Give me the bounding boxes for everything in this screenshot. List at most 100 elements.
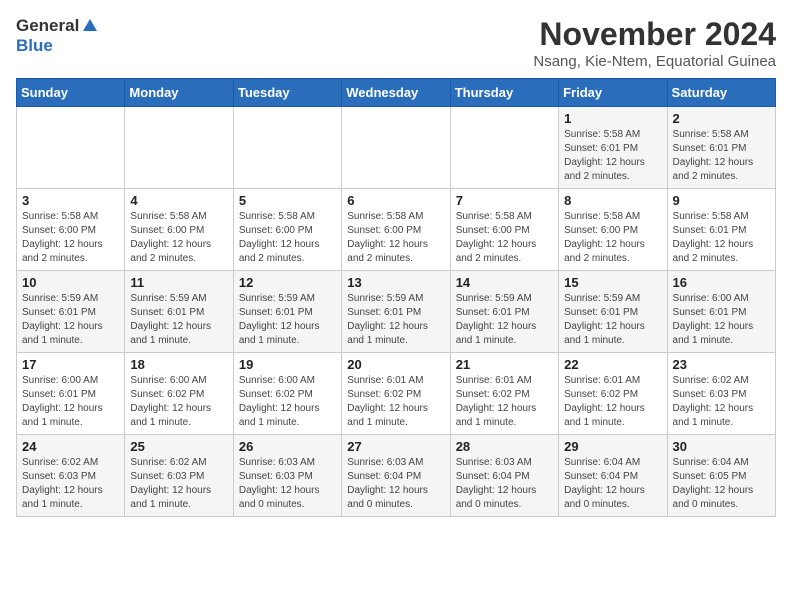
header: General Blue November 2024 Nsang, Kie-Nt… xyxy=(16,16,776,70)
day-number: 20 xyxy=(347,357,444,372)
location-subtitle: Nsang, Kie-Ntem, Equatorial Guinea xyxy=(533,53,776,70)
day-number: 12 xyxy=(239,275,336,290)
logo-general: General xyxy=(16,16,79,36)
week-row-5: 24 Sunrise: 6:02 AMSunset: 6:03 PMDayligh… xyxy=(17,435,776,517)
day-cell: 18 Sunrise: 6:00 AMSunset: 6:02 PMDayligh… xyxy=(125,353,233,435)
day-cell: 15Sunrise: 5:59 AMSunset: 6:01 PMDayligh… xyxy=(559,271,667,353)
day-cell xyxy=(17,107,125,189)
day-number: 3 xyxy=(22,193,119,208)
day-cell: 29 Sunrise: 6:04 AMSunset: 6:04 PMDayligh… xyxy=(559,435,667,517)
day-cell: 30Sunrise: 6:04 AMSunset: 6:05 PMDayligh… xyxy=(667,435,775,517)
day-info: Sunrise: 5:59 AMSunset: 6:01 PMDaylight:… xyxy=(239,292,336,348)
day-info: Sunrise: 6:01 AMSunset: 6:02 PMDaylight:… xyxy=(456,374,553,430)
day-cell: 22 Sunrise: 6:01 AMSunset: 6:02 PMDayligh… xyxy=(559,353,667,435)
day-info: Sunrise: 6:02 AMSunset: 6:03 PMDaylight:… xyxy=(130,456,227,512)
logo-blue: Blue xyxy=(16,36,53,56)
day-number: 18 xyxy=(130,357,227,372)
column-header-friday: Friday xyxy=(559,79,667,107)
calendar-table: SundayMondayTuesdayWednesdayThursdayFrid… xyxy=(16,78,776,517)
day-cell: 7Sunrise: 5:58 AMSunset: 6:00 PMDaylight… xyxy=(450,189,558,271)
day-cell xyxy=(125,107,233,189)
day-cell: 9 Sunrise: 5:58 AMSunset: 6:01 PMDaylight… xyxy=(667,189,775,271)
day-number: 1 xyxy=(564,111,661,126)
column-header-monday: Monday xyxy=(125,79,233,107)
logo-icon xyxy=(81,17,99,35)
day-number: 9 xyxy=(673,193,770,208)
column-header-sunday: Sunday xyxy=(17,79,125,107)
day-number: 29 xyxy=(564,439,661,454)
day-cell: 3 Sunrise: 5:58 AMSunset: 6:00 PMDaylight… xyxy=(17,189,125,271)
day-info: Sunrise: 6:01 AMSunset: 6:02 PMDaylight:… xyxy=(564,374,661,430)
week-row-3: 10 Sunrise: 5:59 AMSunset: 6:01 PMDayligh… xyxy=(17,271,776,353)
day-info: Sunrise: 5:59 AMSunset: 6:01 PMDaylight:… xyxy=(22,292,119,348)
day-info: Sunrise: 6:04 AMSunset: 6:04 PMDaylight:… xyxy=(564,456,661,512)
day-cell: 2Sunrise: 5:58 AMSunset: 6:01 PMDaylight… xyxy=(667,107,775,189)
day-info: Sunrise: 6:01 AMSunset: 6:02 PMDaylight:… xyxy=(347,374,444,430)
day-number: 27 xyxy=(347,439,444,454)
week-row-2: 3 Sunrise: 5:58 AMSunset: 6:00 PMDaylight… xyxy=(17,189,776,271)
day-info: Sunrise: 6:03 AMSunset: 6:03 PMDaylight:… xyxy=(239,456,336,512)
day-number: 15 xyxy=(564,275,661,290)
day-info: Sunrise: 5:58 AMSunset: 6:00 PMDaylight:… xyxy=(347,210,444,266)
column-header-thursday: Thursday xyxy=(450,79,558,107)
day-cell: 1 Sunrise: 5:58 AMSunset: 6:01 PMDaylight… xyxy=(559,107,667,189)
day-cell: 16 Sunrise: 6:00 AMSunset: 6:01 PMDayligh… xyxy=(667,271,775,353)
day-info: Sunrise: 6:04 AMSunset: 6:05 PMDaylight:… xyxy=(673,456,770,512)
day-info: Sunrise: 6:00 AMSunset: 6:02 PMDaylight:… xyxy=(239,374,336,430)
day-info: Sunrise: 5:58 AMSunset: 6:01 PMDaylight:… xyxy=(673,128,770,184)
day-number: 7 xyxy=(456,193,553,208)
day-number: 10 xyxy=(22,275,119,290)
day-info: Sunrise: 5:58 AMSunset: 6:00 PMDaylight:… xyxy=(239,210,336,266)
day-cell: 24 Sunrise: 6:02 AMSunset: 6:03 PMDayligh… xyxy=(17,435,125,517)
day-info: Sunrise: 6:00 AMSunset: 6:02 PMDaylight:… xyxy=(130,374,227,430)
day-info: Sunrise: 5:58 AMSunset: 6:01 PMDaylight:… xyxy=(564,128,661,184)
calendar-header-row: SundayMondayTuesdayWednesdayThursdayFrid… xyxy=(17,79,776,107)
day-cell: 23 Sunrise: 6:02 AMSunset: 6:03 PMDayligh… xyxy=(667,353,775,435)
day-cell: 11 Sunrise: 5:59 AMSunset: 6:01 PMDayligh… xyxy=(125,271,233,353)
day-number: 21 xyxy=(456,357,553,372)
day-info: Sunrise: 6:02 AMSunset: 6:03 PMDaylight:… xyxy=(673,374,770,430)
column-header-wednesday: Wednesday xyxy=(342,79,450,107)
week-row-1: 1 Sunrise: 5:58 AMSunset: 6:01 PMDaylight… xyxy=(17,107,776,189)
column-header-tuesday: Tuesday xyxy=(233,79,341,107)
day-number: 28 xyxy=(456,439,553,454)
day-cell: 27 Sunrise: 6:03 AMSunset: 6:04 PMDayligh… xyxy=(342,435,450,517)
day-info: Sunrise: 5:58 AMSunset: 6:00 PMDaylight:… xyxy=(130,210,227,266)
day-info: Sunrise: 6:02 AMSunset: 6:03 PMDaylight:… xyxy=(22,456,119,512)
day-cell xyxy=(342,107,450,189)
day-number: 26 xyxy=(239,439,336,454)
day-cell: 19 Sunrise: 6:00 AMSunset: 6:02 PMDayligh… xyxy=(233,353,341,435)
day-number: 13 xyxy=(347,275,444,290)
day-info: Sunrise: 5:59 AMSunset: 6:01 PMDaylight:… xyxy=(347,292,444,348)
day-number: 14 xyxy=(456,275,553,290)
day-number: 4 xyxy=(130,193,227,208)
day-info: Sunrise: 5:58 AMSunset: 6:01 PMDaylight:… xyxy=(673,210,770,266)
day-cell: 5 Sunrise: 5:58 AMSunset: 6:00 PMDaylight… xyxy=(233,189,341,271)
day-cell: 25Sunrise: 6:02 AMSunset: 6:03 PMDayligh… xyxy=(125,435,233,517)
day-cell xyxy=(233,107,341,189)
day-number: 23 xyxy=(673,357,770,372)
day-info: Sunrise: 6:03 AMSunset: 6:04 PMDaylight:… xyxy=(347,456,444,512)
day-cell: 20 Sunrise: 6:01 AMSunset: 6:02 PMDayligh… xyxy=(342,353,450,435)
day-info: Sunrise: 5:58 AMSunset: 6:00 PMDaylight:… xyxy=(22,210,119,266)
day-number: 5 xyxy=(239,193,336,208)
day-number: 17 xyxy=(22,357,119,372)
day-number: 16 xyxy=(673,275,770,290)
column-header-saturday: Saturday xyxy=(667,79,775,107)
day-cell: 12 Sunrise: 5:59 AMSunset: 6:01 PMDayligh… xyxy=(233,271,341,353)
day-cell: 10 Sunrise: 5:59 AMSunset: 6:01 PMDayligh… xyxy=(17,271,125,353)
day-info: Sunrise: 6:00 AMSunset: 6:01 PMDaylight:… xyxy=(673,292,770,348)
day-cell: 17Sunrise: 6:00 AMSunset: 6:01 PMDayligh… xyxy=(17,353,125,435)
day-info: Sunrise: 5:59 AMSunset: 6:01 PMDaylight:… xyxy=(130,292,227,348)
day-cell: 21 Sunrise: 6:01 AMSunset: 6:02 PMDayligh… xyxy=(450,353,558,435)
day-number: 24 xyxy=(22,439,119,454)
day-cell: 8 Sunrise: 5:58 AMSunset: 6:00 PMDaylight… xyxy=(559,189,667,271)
day-number: 8 xyxy=(564,193,661,208)
day-info: Sunrise: 5:58 AMSunset: 6:00 PMDaylight:… xyxy=(564,210,661,266)
day-number: 11 xyxy=(130,275,227,290)
day-number: 19 xyxy=(239,357,336,372)
day-cell: 6Sunrise: 5:58 AMSunset: 6:00 PMDaylight… xyxy=(342,189,450,271)
day-cell: 13 Sunrise: 5:59 AMSunset: 6:01 PMDayligh… xyxy=(342,271,450,353)
day-number: 22 xyxy=(564,357,661,372)
week-row-4: 17Sunrise: 6:00 AMSunset: 6:01 PMDayligh… xyxy=(17,353,776,435)
